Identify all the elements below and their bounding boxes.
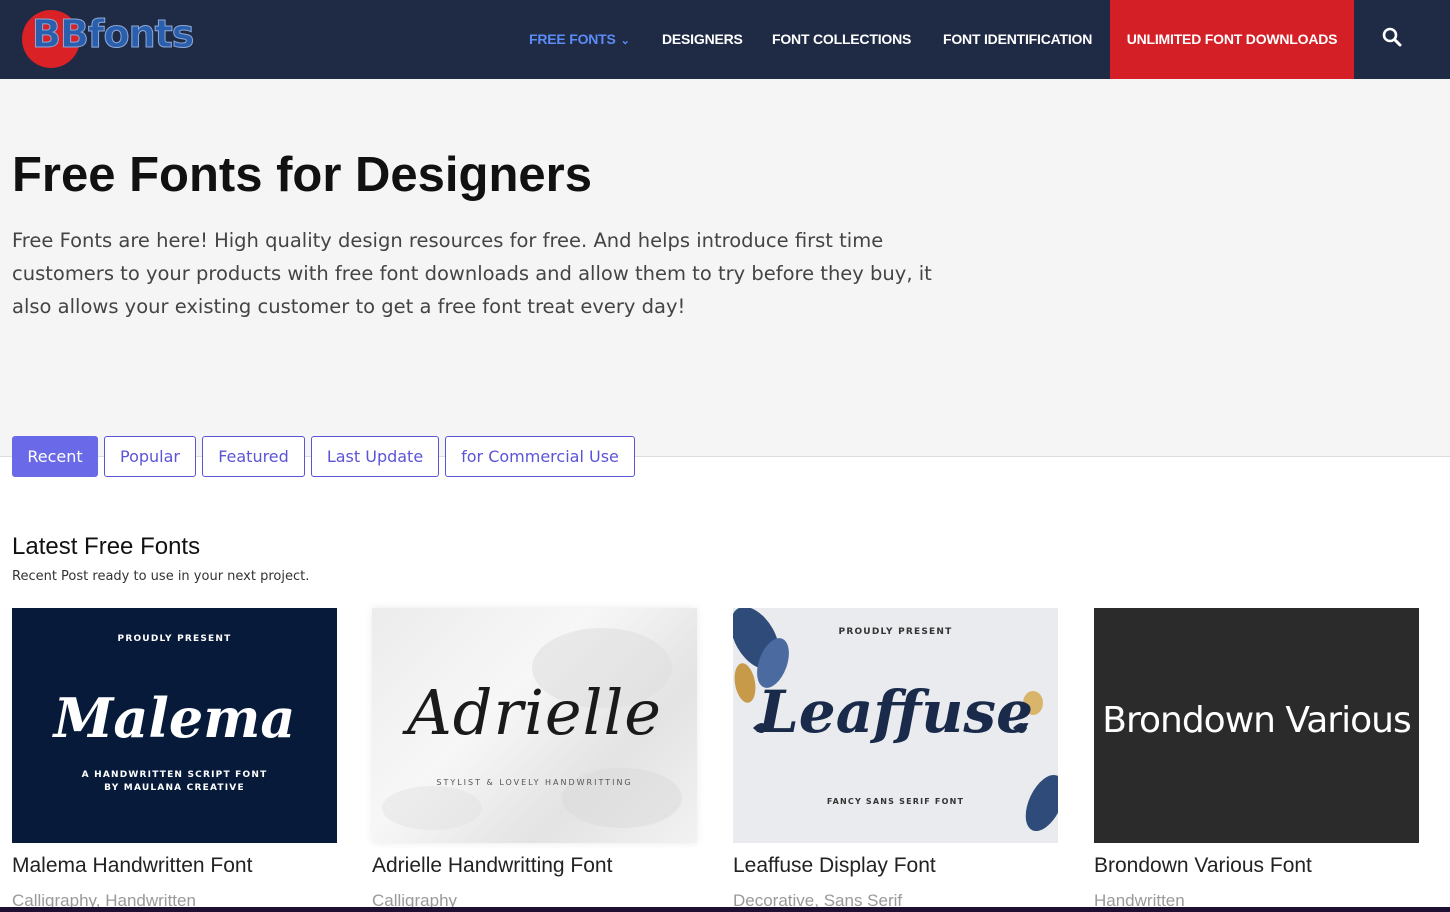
font-card[interactable]: Adrielle STYLIST & LOVELY HANDWRITTING A… bbox=[372, 608, 697, 910]
logo-text: BBfonts bbox=[31, 12, 194, 57]
nav-item-label: FREE FONTS bbox=[529, 31, 616, 47]
site-logo[interactable]: BBfonts bbox=[22, 8, 202, 70]
search-icon[interactable] bbox=[1381, 26, 1403, 48]
page-title: Free Fonts for Designers bbox=[12, 148, 592, 202]
font-card[interactable]: Brondown Various Brondown Various Font H… bbox=[1094, 608, 1419, 910]
font-preview-image[interactable]: Adrielle STYLIST & LOVELY HANDWRITTING bbox=[372, 608, 697, 843]
section-title: Latest Free Fonts bbox=[12, 533, 201, 560]
top-navbar: BBfonts FREE FONTS ⌄ DESIGNERS FONT COLLE… bbox=[0, 0, 1450, 79]
preview-top-text: PROUDLY PRESENT bbox=[838, 627, 953, 637]
preview-top-text: PROUDLY PRESENT bbox=[117, 634, 232, 644]
preview-line-1: FANCY SANS SERIF FONT bbox=[826, 797, 965, 806]
font-card[interactable]: PROUDLY PRESENT Malema A HANDWRITTEN SCR… bbox=[12, 608, 337, 910]
font-preview-image[interactable]: PROUDLY PRESENT Leaffuse FANCY SANS SERI… bbox=[733, 608, 1058, 843]
preview-line-1: A HANDWRITTEN SCRIPT FONT bbox=[81, 770, 268, 780]
preview-font-name: Malema bbox=[53, 686, 296, 750]
nav-item-font-identification[interactable]: FONT IDENTIFICATION bbox=[943, 0, 1092, 79]
font-card-title[interactable]: Adrielle Handwritting Font bbox=[372, 854, 612, 878]
preview-line-2: BY MAULANA CREATIVE bbox=[104, 783, 245, 793]
tab-recent[interactable]: Recent bbox=[12, 436, 98, 477]
preview-font-name: Brondown Various bbox=[1102, 700, 1411, 741]
font-card[interactable]: PROUDLY PRESENT Leaffuse FANCY SANS SERI… bbox=[733, 608, 1058, 910]
preview-line-1: STYLIST & LOVELY HANDWRITTING bbox=[436, 778, 633, 787]
font-preview-image[interactable]: Brondown Various bbox=[1094, 608, 1419, 843]
tab-popular[interactable]: Popular bbox=[104, 436, 196, 477]
nav-item-font-collections[interactable]: FONT COLLECTIONS bbox=[772, 0, 911, 79]
tab-last-update[interactable]: Last Update bbox=[311, 436, 439, 477]
font-card-title[interactable]: Brondown Various Font bbox=[1094, 854, 1312, 878]
preview-font-name: Leaffuse bbox=[758, 678, 1033, 746]
font-card-title[interactable]: Malema Handwritten Font bbox=[12, 854, 252, 878]
nav-item-free-fonts[interactable]: FREE FONTS ⌄ bbox=[529, 0, 630, 79]
font-card-title[interactable]: Leaffuse Display Font bbox=[733, 854, 936, 878]
hero-description: Free Fonts are here! High quality design… bbox=[12, 229, 932, 318]
tab-featured[interactable]: Featured bbox=[202, 436, 305, 477]
tab-commercial-use[interactable]: for Commercial Use bbox=[445, 436, 635, 477]
preview-font-name: Adrielle bbox=[407, 676, 662, 749]
section-subtitle: Recent Post ready to use in your next pr… bbox=[12, 569, 310, 584]
chevron-down-icon: ⌄ bbox=[620, 35, 630, 47]
font-preview-image[interactable]: PROUDLY PRESENT Malema A HANDWRITTEN SCR… bbox=[12, 608, 337, 843]
bottom-edge-bar bbox=[0, 907, 1450, 912]
hero-section: Free Fonts for Designers Free Fonts are … bbox=[0, 79, 1450, 457]
unlimited-downloads-button[interactable]: UNLIMITED FONT DOWNLOADS bbox=[1110, 0, 1354, 79]
nav-item-designers[interactable]: DESIGNERS bbox=[662, 0, 743, 79]
